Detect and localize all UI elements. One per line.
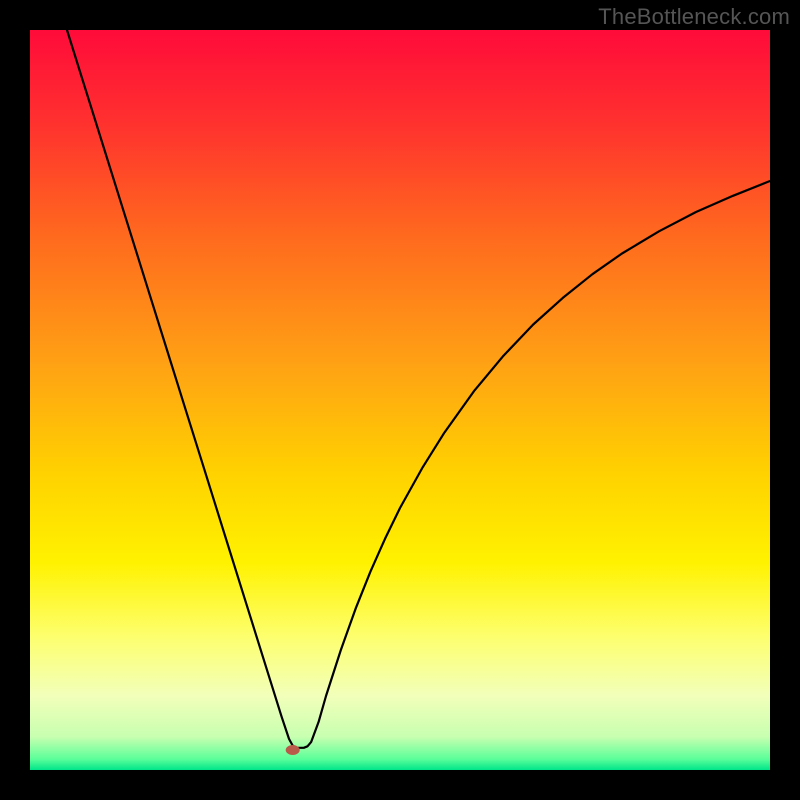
chart-frame: TheBottleneck.com [0,0,800,800]
minimum-marker [286,745,300,755]
watermark-text: TheBottleneck.com [598,4,790,30]
plot-area [30,30,770,770]
plot-svg [30,30,770,770]
gradient-background [30,30,770,770]
